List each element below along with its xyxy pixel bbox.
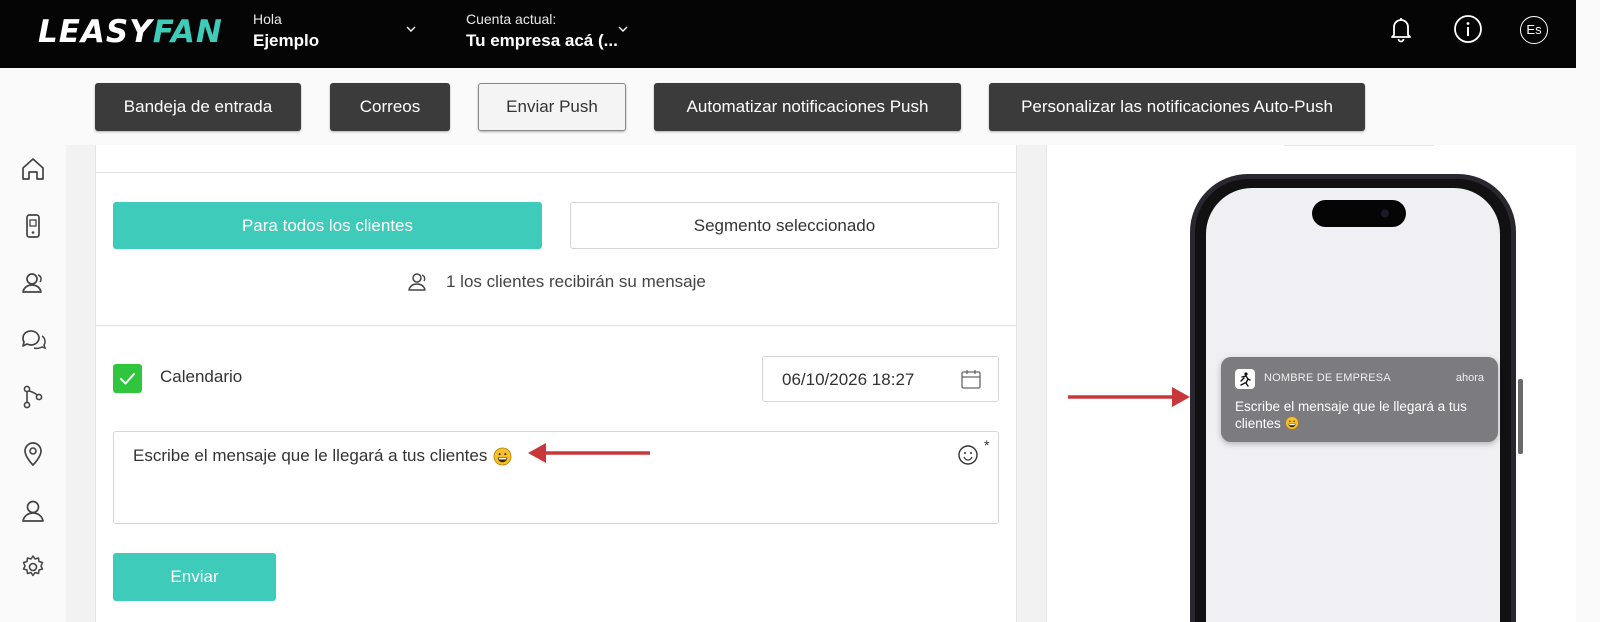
calendar-icon[interactable] xyxy=(960,368,982,390)
emoji-picker-icon[interactable] xyxy=(957,444,979,466)
customers-icon[interactable] xyxy=(19,269,47,297)
sidebar xyxy=(0,145,66,622)
arrow-right-icon xyxy=(1068,387,1190,407)
schedule-checkbox[interactable] xyxy=(113,364,142,393)
user-greeting[interactable]: Hola Ejemplo xyxy=(253,11,319,51)
top-header: LEASYFAN Hola Ejemplo Cuenta actual: Tu … xyxy=(0,0,1576,68)
tab-emails[interactable]: Correos xyxy=(330,83,450,131)
app-logo-icon xyxy=(1235,369,1255,389)
push-notification-preview: NOMBRE DE EMPRESA ahora Escribe el mensa… xyxy=(1221,357,1498,442)
scroll-strip xyxy=(1576,0,1600,622)
tab-automate-push[interactable]: Automatizar notificaciones Push xyxy=(654,83,961,131)
recipients-info: 1 los clientes recibirán su mensaje xyxy=(406,270,706,294)
selected-segment-button[interactable]: Segmento seleccionado xyxy=(570,202,999,249)
leasyfan-logo[interactable]: LEASYFAN xyxy=(38,14,223,50)
user-name: Ejemplo xyxy=(253,31,320,50)
info-icon[interactable] xyxy=(1452,13,1484,45)
required-mark: * xyxy=(984,437,990,453)
chevron-down-icon[interactable] xyxy=(616,22,630,36)
schedule-label: Calendario xyxy=(160,367,243,386)
location-icon[interactable] xyxy=(19,440,47,468)
account-selector[interactable]: Cuenta actual: Tu empresa acá (... xyxy=(466,11,618,51)
bell-icon[interactable] xyxy=(1385,13,1417,45)
all-customers-button[interactable]: Para todos los clientes xyxy=(113,202,542,249)
check-icon xyxy=(120,373,135,385)
notification-time: ahora xyxy=(1455,372,1484,384)
arrow-left-icon xyxy=(528,443,650,463)
greeting-label: Hola xyxy=(253,11,282,27)
send-button[interactable]: Enviar xyxy=(113,553,276,601)
tab-inbox[interactable]: Bandeja de entrada xyxy=(95,83,301,131)
divider xyxy=(95,172,1017,173)
notification-app-name: NOMBRE DE EMPRESA xyxy=(1264,372,1391,384)
chat-icon[interactable] xyxy=(19,326,47,354)
date-value: 06/10/2026 18:27 xyxy=(782,370,915,389)
grinning-emoji-icon xyxy=(493,447,512,465)
date-time-input[interactable]: 06/10/2026 18:27 xyxy=(762,356,999,402)
tab-send-push[interactable]: Enviar Push xyxy=(478,83,626,131)
account-name: Tu empresa acá (... xyxy=(466,31,618,50)
recipients-text: 1 los clientes recibirán su mensaje xyxy=(446,272,706,291)
account-label: Cuenta actual: xyxy=(466,11,557,27)
flow-icon[interactable] xyxy=(19,383,47,411)
mobile-icon[interactable] xyxy=(19,212,47,240)
customers-icon xyxy=(408,273,426,291)
settings-icon[interactable] xyxy=(19,553,47,581)
language-selector[interactable]: Es xyxy=(1520,16,1548,44)
notification-body: Escribe el mensaje que le llegará a tus … xyxy=(1235,399,1467,431)
grinning-emoji-icon xyxy=(1284,416,1299,430)
chevron-down-icon[interactable] xyxy=(404,22,418,36)
home-icon[interactable] xyxy=(19,155,47,183)
divider xyxy=(1284,145,1434,146)
user-icon[interactable] xyxy=(19,497,47,525)
message-text: Escribe el mensaje que le llegará a tus … xyxy=(133,446,512,466)
divider xyxy=(95,325,1017,326)
tab-customize-auto-push[interactable]: Personalizar las notificaciones Auto-Pus… xyxy=(989,83,1365,131)
